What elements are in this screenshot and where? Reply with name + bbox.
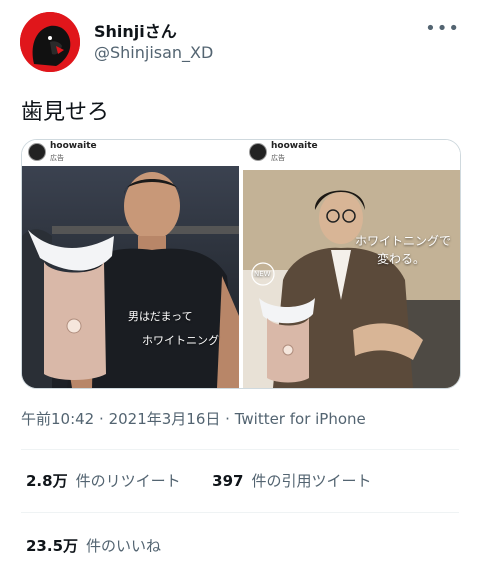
- tweet-time[interactable]: 午前10:42: [21, 410, 94, 428]
- avatar[interactable]: [20, 12, 80, 72]
- media-image-left[interactable]: hoowaite 広告 男はだまって ホワイトニング: [22, 140, 239, 388]
- divider: [21, 449, 459, 450]
- divider: [21, 512, 459, 513]
- ad-account-name: hoowaite: [271, 141, 318, 151]
- ad-caption-line-1: 男はだまって: [128, 310, 193, 323]
- quote-count-link[interactable]: 397 件の引用ツイート: [212, 472, 371, 490]
- ad-photo: [243, 170, 460, 388]
- ad-header: hoowaite 広告: [22, 140, 239, 166]
- ad-account-name: hoowaite: [50, 141, 97, 151]
- ad-photo-illustration: [22, 172, 239, 388]
- ad-caption-line-2: ホワイトニング: [142, 334, 219, 347]
- ad-label: 広告: [50, 154, 64, 162]
- tweet-text: 歯見せろ: [21, 100, 110, 125]
- quote-label: 件の引用ツイート: [251, 472, 372, 490]
- retweet-count: 2.8万: [26, 472, 68, 490]
- like-count: 23.5万: [26, 537, 79, 555]
- retweet-label: 件のリツイート: [75, 472, 181, 490]
- ad-account-avatar: [28, 143, 46, 161]
- quote-count: 397: [212, 472, 244, 490]
- meta-separator: ·: [99, 410, 109, 428]
- ad-account-avatar: [249, 143, 267, 161]
- tweet-source[interactable]: Twitter for iPhone: [235, 410, 366, 428]
- display-name[interactable]: Shinjiさん: [94, 18, 177, 42]
- ad-label: 広告: [271, 154, 285, 162]
- user-handle[interactable]: @Shinjisan_XD: [94, 43, 213, 62]
- engagement-stats: 2.8万 件のリツイート 397 件の引用ツイート: [26, 470, 371, 491]
- ad-caption-line-1: ホワイトニングで: [355, 234, 452, 248]
- ad-caption-line-2: 変わる。: [377, 252, 426, 266]
- new-badge: NEW: [254, 270, 271, 278]
- tweet-date[interactable]: 2021年3月16日: [109, 410, 221, 428]
- gorilla-avatar-icon: [20, 12, 80, 72]
- ad-header: hoowaite 広告: [243, 140, 460, 166]
- like-count-link[interactable]: 23.5万 件のいいね: [26, 535, 161, 556]
- ad-photo: [22, 166, 239, 388]
- like-label: 件のいいね: [86, 537, 162, 555]
- retweet-count-link[interactable]: 2.8万 件のリツイート: [26, 472, 185, 490]
- more-options-icon[interactable]: •••: [425, 18, 460, 39]
- tweet-media[interactable]: hoowaite 広告 男はだまって ホワイトニング hoowaite 広告 ホ…: [21, 139, 461, 389]
- meta-separator: ·: [225, 410, 235, 428]
- ad-photo-illustration: [243, 170, 460, 388]
- tweet-meta: 午前10:42 · 2021年3月16日 · Twitter for iPhon…: [21, 408, 366, 429]
- media-image-right[interactable]: hoowaite 広告 ホワイトニングで 変わる。 NEW: [243, 140, 460, 388]
